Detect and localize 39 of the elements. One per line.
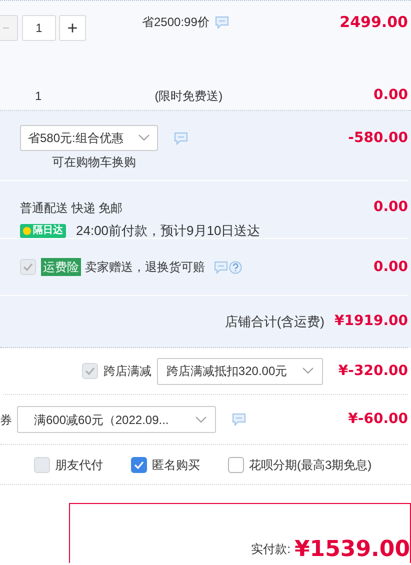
delivery-note: 24:00前付款，预计9月10日送达: [76, 222, 260, 240]
item-price: 2499.00: [340, 12, 408, 33]
insurance-badge: 运费险: [41, 258, 81, 276]
increase-button[interactable]: +: [59, 15, 86, 41]
store-total-amount: ¥1919.00: [334, 312, 408, 331]
combo-note: 可在购物车换购: [52, 154, 137, 171]
insurance-text: 卖家赠送，退换货可赔: [85, 259, 205, 276]
coupon-select[interactable]: 满600减60元（2022.09...: [17, 406, 216, 433]
gift-price: 0.00: [373, 86, 408, 105]
caret-icon: [138, 134, 150, 142]
comment-icon[interactable]: [214, 260, 228, 274]
caret-icon: [195, 416, 207, 424]
payment-label: 实付款:: [251, 541, 290, 558]
gift-label: (限时免费送): [154, 88, 223, 104]
comment-icon[interactable]: [174, 132, 188, 144]
payment-amount: ¥1539.00: [294, 539, 410, 561]
checkbox[interactable]: [228, 456, 244, 472]
caret-icon: [302, 367, 314, 375]
option-label: 朋友代付: [55, 456, 103, 474]
quantity-field[interactable]: 1: [22, 15, 56, 41]
shipping-method: 普通配送 快递 免邮: [20, 200, 123, 216]
option-label: 花呗分期(最高3期免息): [249, 456, 372, 474]
option-label: 匿名购买: [152, 456, 200, 474]
combo-discount: -580.00: [348, 128, 408, 148]
coupon-amount: ¥-60.00: [348, 410, 408, 429]
cross-store-label: 跨店满减: [103, 363, 152, 380]
store-total-label: 店铺合计(含运费): [224, 312, 324, 331]
promo-label: 省2500:99价: [142, 14, 210, 31]
combo-select[interactable]: 省580元:组合优惠: [20, 125, 158, 151]
checkbox[interactable]: [131, 456, 147, 472]
delivery-badge: 隔日达: [20, 224, 66, 238]
comment-icon[interactable]: [232, 413, 246, 426]
coupon-label: 券: [0, 412, 12, 428]
insurance-price: 0.00: [373, 258, 408, 276]
help-icon[interactable]: [229, 260, 242, 274]
shipping-price: 0.00: [373, 198, 408, 217]
gift-quantity: 1: [35, 88, 42, 104]
cross-store-amount: ¥-320.00: [338, 362, 408, 380]
comment-icon[interactable]: [215, 16, 230, 28]
